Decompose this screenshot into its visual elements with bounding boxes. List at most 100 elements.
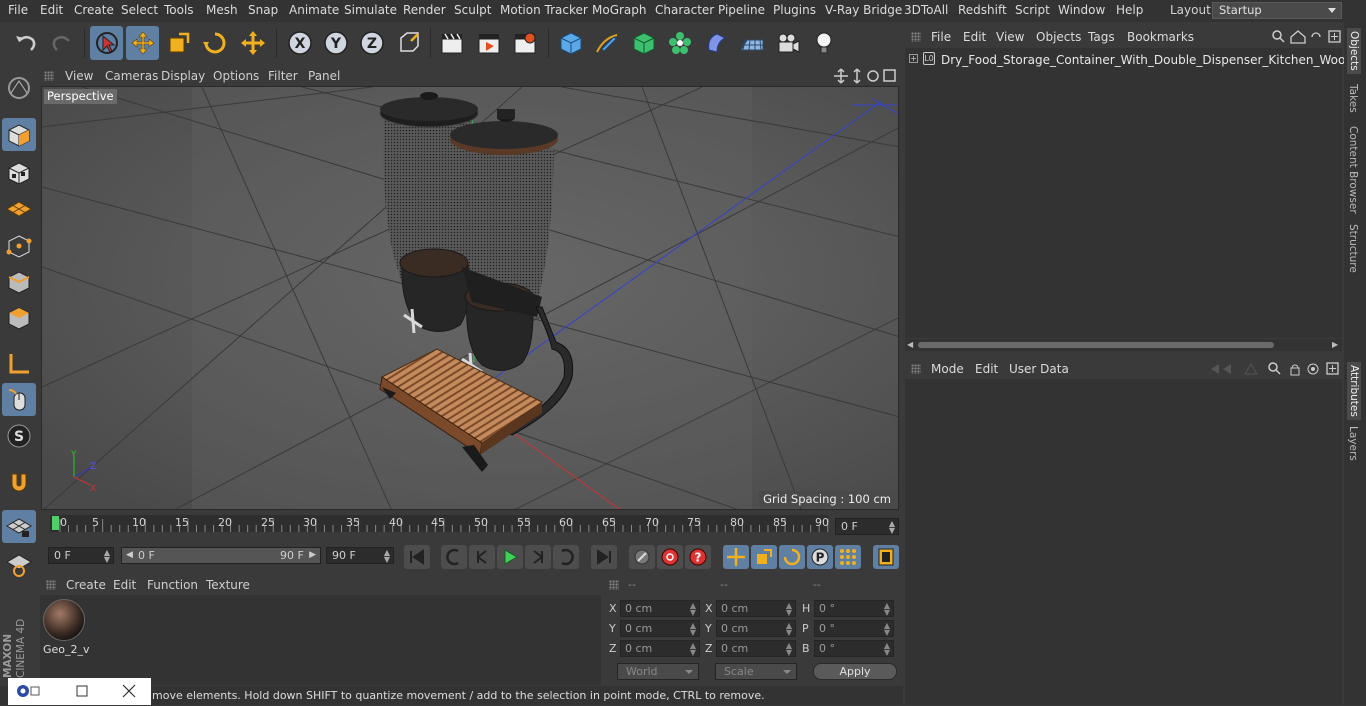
menu-mesh[interactable]: Mesh [206,3,238,17]
tab-structure[interactable]: Structure [1347,224,1359,273]
previous-frame-button[interactable] [469,545,495,569]
obj-menu-file[interactable]: File [931,30,951,44]
attr-menu-user-data[interactable]: User Data [1009,362,1069,376]
key-parameter-button[interactable]: P [807,545,833,569]
menu-3dtoall[interactable]: 3DToAll [904,3,948,17]
quantize-button[interactable] [2,548,36,581]
y-axis-lock-button[interactable]: Y [319,26,352,60]
autokey-button[interactable]: ? [685,545,711,569]
live-selection-button[interactable] [90,26,123,60]
material-thumbnail[interactable] [43,599,85,641]
tweak-mode-button[interactable] [2,383,36,416]
next-frame-button[interactable] [525,545,551,569]
floor-object-button[interactable] [735,26,768,60]
move-tool-button[interactable] [126,26,159,60]
obj-menu-objects[interactable]: Objects [1036,30,1081,44]
attribute-manager-tools[interactable] [1209,361,1343,377]
scroll-left-icon[interactable]: ◀ [907,340,913,349]
points-mode-button[interactable] [2,229,36,262]
object-name[interactable]: Dry_Food_Storage_Container_With_Double_D… [941,53,1366,67]
size-z-field[interactable]: 0 cm ▲ ▼ [716,640,796,657]
x-axis-lock-button[interactable]: X [283,26,316,60]
menu-pipeline[interactable]: Pipeline [718,3,765,17]
close-icon[interactable] [122,684,136,698]
tab-layers[interactable]: Layers [1347,426,1359,461]
position-y-field[interactable]: 0 cm ▲ ▼ [620,620,700,637]
timeline-ruler[interactable]: 0 5 10 15 20 25 30 35 40 45 50 55 60 65 … [40,512,901,544]
workplane-mode-button[interactable] [2,192,36,225]
menu-snap[interactable]: Snap [248,3,278,17]
undo-button[interactable] [9,26,42,60]
apply-button[interactable]: Apply [813,663,897,680]
scale-tool-button[interactable] [162,26,195,60]
coordinate-space-dropdown[interactable]: World [617,663,699,680]
obj-menu-bookmarks[interactable]: Bookmarks [1127,30,1194,44]
current-frame-field[interactable]: 0 F ▲ ▼ [835,518,899,535]
render-to-picture-viewer-button[interactable] [472,26,505,60]
menu-character[interactable]: Character [655,3,714,17]
obj-menu-view[interactable]: View [996,30,1024,44]
end-frame-field[interactable]: 90 F ▲ ▼ [326,547,394,564]
perspective-viewport[interactable]: Y Z X Perspective Grid Spacing : 100 cm [41,86,899,510]
material-name[interactable]: Geo_2_v [43,643,90,656]
cube-object-button[interactable] [554,26,587,60]
layout-select[interactable]: Startup [1212,2,1342,19]
go-to-start-button[interactable] [404,545,430,569]
snap-settings-button[interactable]: S [2,419,36,452]
object-list-scrollbar[interactable]: ◀ ▶ [905,339,1342,351]
frame-range-slider[interactable]: ◀ 0 F 90 F ▶ [121,547,321,564]
key-scale-button[interactable] [751,545,777,569]
expand-icon[interactable]: + [909,54,918,63]
vp-menu-options[interactable]: Options [213,69,259,83]
menu-create[interactable]: Create [74,3,114,17]
maximize-icon[interactable] [76,685,88,697]
menu-script[interactable]: Script [1015,3,1050,17]
subdivision-surface-button[interactable] [627,26,660,60]
menu-animate[interactable]: Animate [289,3,339,17]
rotate-tool-button[interactable] [198,26,231,60]
key-pla-button[interactable] [835,545,861,569]
scroll-right-icon[interactable]: ▶ [1332,340,1338,349]
pen-spline-button[interactable] [590,26,623,60]
viewport-label[interactable]: Perspective [44,89,117,104]
render-view-button[interactable] [435,26,468,60]
texture-mode-button[interactable] [2,156,36,189]
restore-window-icon[interactable] [16,684,42,698]
menu-vray-bridge[interactable]: V-Ray Bridge [825,3,902,17]
menu-edit[interactable]: Edit [40,3,63,17]
camera-button[interactable] [771,26,804,60]
menu-simulate[interactable]: Simulate [344,3,397,17]
mat-menu-function[interactable]: Function [147,578,198,592]
mat-menu-texture[interactable]: Texture [206,578,250,592]
model-mode-button[interactable] [2,118,36,151]
tab-content-browser[interactable]: Content Browser [1347,126,1359,214]
menu-render[interactable]: Render [403,3,446,17]
attr-menu-mode[interactable]: Mode [931,362,964,376]
tab-attributes[interactable]: Attributes [1347,362,1361,420]
tab-objects[interactable]: Objects [1347,28,1361,74]
vp-menu-panel[interactable]: Panel [308,69,340,83]
key-rotation-button[interactable] [779,545,805,569]
polygons-mode-button[interactable] [2,301,36,334]
tab-takes[interactable]: Takes [1347,84,1359,113]
next-keyframe-button[interactable] [553,545,579,569]
object-manager-tools[interactable] [1271,29,1343,45]
cloner-button[interactable] [663,26,696,60]
vp-menu-filter[interactable]: Filter [268,69,298,83]
menu-select[interactable]: Select [121,3,158,17]
timeline-window-button[interactable] [873,545,899,569]
motion-record-button[interactable] [629,545,655,569]
menu-tools[interactable]: Tools [164,3,194,17]
position-x-field[interactable]: 0 cm ▲ ▼ [620,600,700,617]
previous-keyframe-button[interactable] [441,545,467,569]
go-to-end-button[interactable] [591,545,617,569]
viewport-nav-icons[interactable] [834,68,898,84]
size-y-field[interactable]: 0 cm ▲ ▼ [716,620,796,637]
menu-motion-tracker[interactable]: Motion Tracker [500,3,588,17]
record-keyframe-button[interactable] [657,545,683,569]
mat-menu-create[interactable]: Create [66,578,106,592]
obj-menu-edit[interactable]: Edit [963,30,986,44]
object-row[interactable]: + L0 Dry_Food_Storage_Container_With_Dou… [909,52,1366,67]
light-button[interactable] [807,26,840,60]
attr-menu-edit[interactable]: Edit [975,362,998,376]
